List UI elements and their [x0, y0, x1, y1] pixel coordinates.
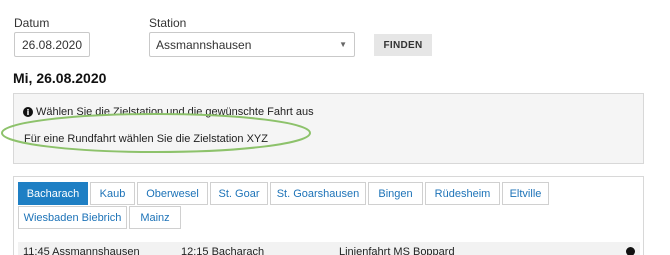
date-value: 26.08.2020: [21, 37, 83, 52]
tab-bingen[interactable]: Bingen: [368, 182, 423, 205]
tab-st-goarshausen[interactable]: St. Goarshausen: [270, 182, 366, 205]
station-select[interactable]: Assmannshausen ▼: [149, 32, 355, 57]
info-box: i Wählen Sie die Zielstation und die gew…: [13, 93, 644, 164]
trip-departure: 11:45 Assmannshausen: [23, 246, 140, 255]
tab-eltville[interactable]: Eltville: [502, 182, 549, 205]
expand-icon[interactable]: [626, 247, 635, 255]
date-input[interactable]: 26.08.2020: [14, 32, 90, 57]
info-icon: i: [23, 107, 33, 117]
date-label: Datum: [14, 16, 50, 30]
tab-kaub[interactable]: Kaub: [90, 182, 135, 205]
info-text: Wählen Sie die Zielstation und die gewün…: [36, 106, 314, 118]
find-button[interactable]: FINDEN: [374, 34, 432, 56]
trip-line: Linienfahrt MS Boppard: [339, 246, 455, 255]
info-line: i Wählen Sie die Zielstation und die gew…: [23, 106, 314, 118]
tab-wiesbaden-biebrich[interactable]: Wiesbaden Biebrich: [18, 206, 127, 229]
chevron-down-icon: ▼: [339, 40, 347, 49]
tab-mainz[interactable]: Mainz: [129, 206, 181, 229]
station-label: Station: [149, 16, 187, 30]
tab-oberwesel[interactable]: Oberwesel: [137, 182, 208, 205]
day-heading: Mi, 26.08.2020: [13, 70, 107, 86]
trip-row[interactable]: 11:45 Assmannshausen 12:15 Bacharach Lin…: [18, 242, 640, 255]
round-trip-hint: Für eine Rundfahrt wählen Sie die Zielst…: [24, 133, 268, 145]
tab-st-goar[interactable]: St. Goar: [210, 182, 268, 205]
station-value: Assmannshausen: [156, 37, 252, 52]
tab-bacharach[interactable]: Bacharach: [18, 182, 88, 205]
tab-rüdesheim[interactable]: Rüdesheim: [425, 182, 500, 205]
trip-arrival: 12:15 Bacharach: [181, 246, 265, 255]
